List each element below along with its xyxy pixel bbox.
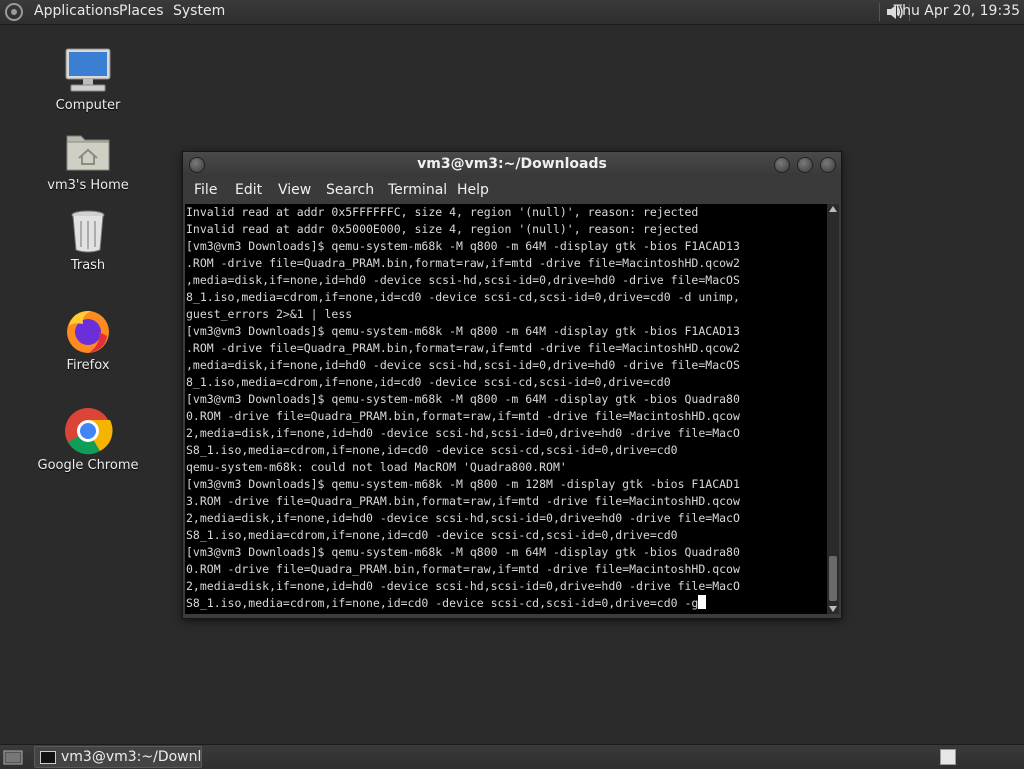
terminal-line: 3.ROM -drive file=Quadra_PRAM.bin,format… — [186, 494, 740, 508]
terminal-line: [vm3@vm3 Downloads]$ qemu-system-m68k -M… — [186, 324, 740, 338]
terminal-output[interactable]: Invalid read at addr 0x5FFFFFFC, size 4,… — [185, 204, 827, 614]
computer-icon — [65, 48, 111, 92]
terminal-line: ,media=disk,if=none,id=hd0 -device scsi-… — [186, 358, 740, 372]
terminal-line: S8_1.iso,media=cdrom,if=none,id=cd0 -dev… — [186, 596, 699, 610]
terminal-line: guest_errors 2>&1 | less — [186, 307, 353, 321]
terminal-line: 2,media=disk,if=none,id=hd0 -device scsi… — [186, 579, 740, 593]
terminal-line: [vm3@vm3 Downloads]$ qemu-system-m68k -M… — [186, 545, 740, 559]
terminal-menubar: File Edit View Search Terminal Help — [183, 177, 841, 203]
panel-separator — [879, 3, 880, 21]
menu-places[interactable]: Places — [119, 3, 164, 19]
terminal-line: [vm3@vm3 Downloads]$ qemu-system-m68k -M… — [186, 477, 740, 491]
menu-help[interactable]: Help — [457, 182, 489, 198]
terminal-line: 0.ROM -drive file=Quadra_PRAM.bin,format… — [186, 562, 740, 576]
chrome-icon — [65, 408, 113, 455]
scroll-down-icon[interactable] — [829, 606, 837, 612]
menu-edit[interactable]: Edit — [235, 182, 262, 198]
notification-area — [960, 749, 1020, 763]
scroll-up-icon[interactable] — [829, 206, 837, 212]
window-title: vm3@vm3:~/Downloads — [417, 156, 607, 172]
terminal-icon — [40, 751, 56, 764]
terminal-line: [vm3@vm3 Downloads]$ qemu-system-m68k -M… — [186, 239, 740, 253]
workspace-switcher[interactable] — [940, 749, 956, 765]
terminal-line: S8_1.iso,media=cdrom,if=none,id=cd0 -dev… — [186, 443, 678, 457]
desktop-icon-label: Firefox — [66, 358, 110, 373]
terminal-line: 8_1.iso,media=cdrom,if=none,id=cd0 -devi… — [186, 375, 671, 389]
terminal-line: [vm3@vm3 Downloads]$ qemu-system-m68k -M… — [186, 392, 740, 406]
desktop-icon-firefox[interactable]: Firefox — [33, 306, 143, 373]
menu-system[interactable]: System — [173, 3, 225, 19]
trash-icon — [71, 210, 105, 253]
scrollbar-thumb[interactable] — [829, 556, 837, 601]
menu-file[interactable]: File — [194, 182, 217, 198]
menu-applications[interactable]: Applications — [34, 3, 120, 19]
terminal-line: Invalid read at addr 0x5FFFFFFC, size 4,… — [186, 205, 699, 219]
desktop-icon-label: Computer — [55, 98, 121, 113]
top-panel: Applications Places System Thu Apr 20, 1… — [0, 0, 1024, 25]
terminal-line: .ROM -drive file=Quadra_PRAM.bin,format=… — [186, 256, 740, 270]
terminal-line: .ROM -drive file=Quadra_PRAM.bin,format=… — [186, 341, 740, 355]
minimize-icon[interactable] — [774, 157, 790, 173]
terminal-window: vm3@vm3:~/Downloads File Edit View Searc… — [182, 151, 842, 619]
window-titlebar[interactable]: vm3@vm3:~/Downloads — [183, 152, 841, 177]
bottom-panel: vm3@vm3:~/Downl... — [0, 744, 1024, 769]
taskbar-item-terminal[interactable]: vm3@vm3:~/Downl... — [34, 746, 202, 768]
terminal-line: 0.ROM -drive file=Quadra_PRAM.bin,format… — [186, 409, 740, 423]
terminal-line: ,media=disk,if=none,id=hd0 -device scsi-… — [186, 273, 740, 287]
menu-view[interactable]: View — [278, 182, 311, 198]
desktop-icon-chrome[interactable]: Google Chrome — [33, 406, 143, 473]
taskbar-item-label: vm3@vm3:~/Downl... — [61, 749, 201, 765]
firefox-icon — [67, 310, 109, 353]
clock[interactable]: Thu Apr 20, 19:35 — [894, 3, 1020, 19]
terminal-scrollbar[interactable] — [827, 204, 839, 614]
close-icon[interactable] — [820, 157, 836, 173]
menu-search[interactable]: Search — [326, 182, 374, 198]
gnome-foot-icon[interactable] — [4, 2, 24, 22]
home-folder-icon — [66, 135, 110, 171]
menu-terminal[interactable]: Terminal — [388, 182, 447, 198]
terminal-line: Invalid read at addr 0x5000E000, size 4,… — [186, 222, 699, 236]
terminal-line: 2,media=disk,if=none,id=hd0 -device scsi… — [186, 426, 740, 440]
desktop-icon-label: Google Chrome — [37, 458, 139, 473]
terminal-line: qemu-system-m68k: could not load MacROM … — [186, 460, 567, 474]
terminal-line: 8_1.iso,media=cdrom,if=none,id=cd0 -devi… — [186, 290, 740, 304]
text-cursor — [698, 595, 707, 609]
terminal-line: 2,media=disk,if=none,id=hd0 -device scsi… — [186, 511, 740, 525]
desktop-icon-label: Trash — [70, 258, 106, 273]
desktop-icon-trash[interactable]: Trash — [33, 206, 143, 273]
desktop-icon-label: vm3's Home — [47, 178, 129, 193]
maximize-icon[interactable] — [797, 157, 813, 173]
terminal-text: Invalid read at addr 0x5FFFFFFC, size 4,… — [185, 204, 827, 612]
show-desktop-icon[interactable] — [3, 748, 23, 766]
terminal-line: S8_1.iso,media=cdrom,if=none,id=cd0 -dev… — [186, 528, 678, 542]
desktop-icon-home[interactable]: vm3's Home — [33, 126, 143, 193]
desktop-icon-computer[interactable]: Computer — [33, 46, 143, 113]
